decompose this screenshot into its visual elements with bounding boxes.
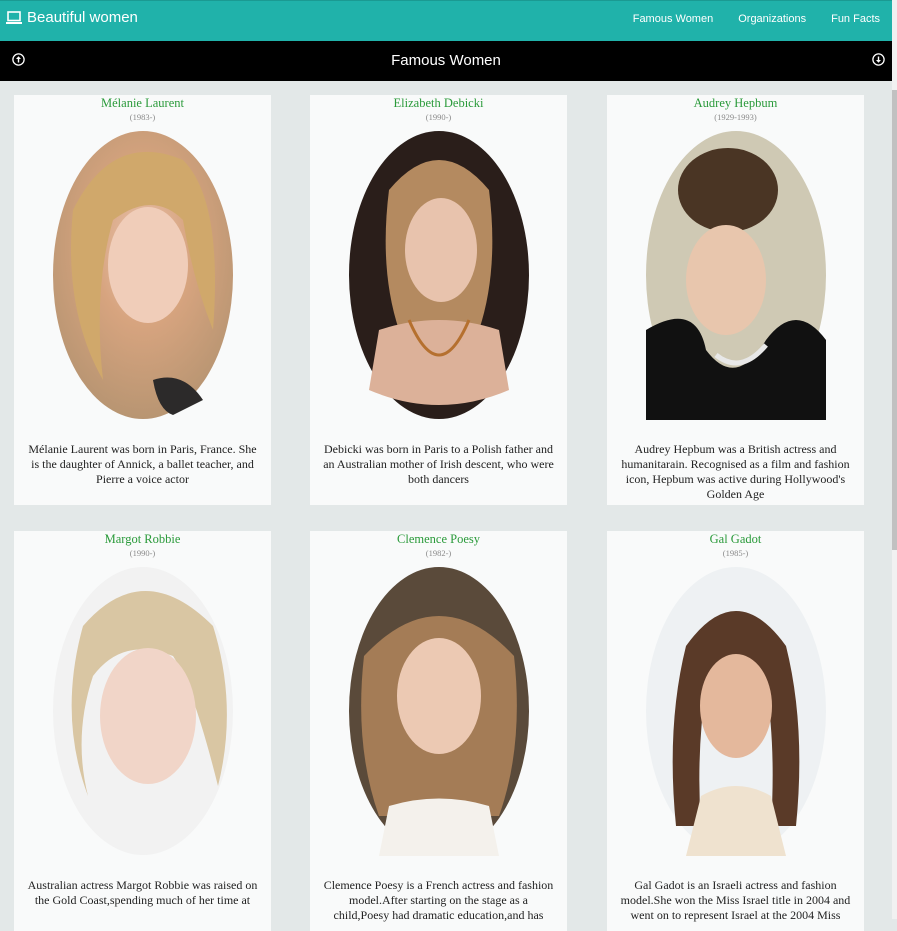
page-title: Famous Women [391,52,501,69]
card-years: (1983-) [129,112,156,122]
scrollbar-thumb[interactable] [892,90,897,550]
card-name[interactable]: Margot Robbie [14,531,271,546]
portrait-image [645,131,826,420]
main-nav: Famous Women Organizations Fun Facts [633,13,880,25]
nav-organizations[interactable]: Organizations [738,13,806,25]
card-years: (1982-) [425,548,452,558]
profile-card: Audrey Hepbum (1929-1993) Audrey Hepbum … [607,95,864,505]
card-bio: Debicki was born in Paris to a Polish fa… [323,442,554,486]
profile-card: Clemence Poesy (1982-) Clemence Poesy is… [310,531,567,931]
card-bio: Audrey Hepbum was a British actress and … [621,442,850,501]
card-bio: Gal Gadot is an Israeli actress and fash… [620,878,851,922]
card-bio: Mélanie Laurent was born in Paris, Franc… [28,442,257,486]
arrow-down-circle-icon[interactable] [872,53,885,66]
profile-card: Elizabeth Debicki (1990-) Debicki was bo… [310,95,567,505]
card-name[interactable]: Elizabeth Debicki [310,95,567,110]
card-name[interactable]: Gal Gadot [607,531,864,546]
brand-title: Beautiful women [27,9,138,26]
card-years: (1990-) [129,548,156,558]
card-bio: Australian actress Margot Robbie was rai… [27,878,258,907]
portrait-image [348,131,529,419]
card-years: (1990-) [425,112,452,122]
laptop-icon [6,10,22,25]
portrait-image [52,567,233,855]
nav-fun-facts[interactable]: Fun Facts [831,13,880,25]
portrait-image [52,131,233,419]
scrollbar[interactable] [892,0,897,919]
profile-card: Margot Robbie (1990-) Australian actress… [14,531,271,931]
card-bio: Clemence Poesy is a French actress and f… [323,878,554,922]
section-header: Famous Women [0,41,892,81]
card-years: (1985-) [722,548,749,558]
brand[interactable]: Beautiful women [6,9,138,26]
portrait-image [348,567,529,856]
nav-famous-women[interactable]: Famous Women [633,13,714,25]
card-years: (1929-1993) [714,112,757,122]
profile-card: Mélanie Laurent (1983-) Mélanie Laurent … [14,95,271,505]
card-name[interactable]: Mélanie Laurent [14,95,271,110]
profile-card: Gal Gadot (1985-) Gal Gadot is an Israel… [607,531,864,931]
portrait-image [645,567,826,856]
card-name[interactable]: Audrey Hepbum [607,95,864,110]
top-navbar: Beautiful women Famous Women Organizatio… [0,0,892,41]
card-name[interactable]: Clemence Poesy [310,531,567,546]
